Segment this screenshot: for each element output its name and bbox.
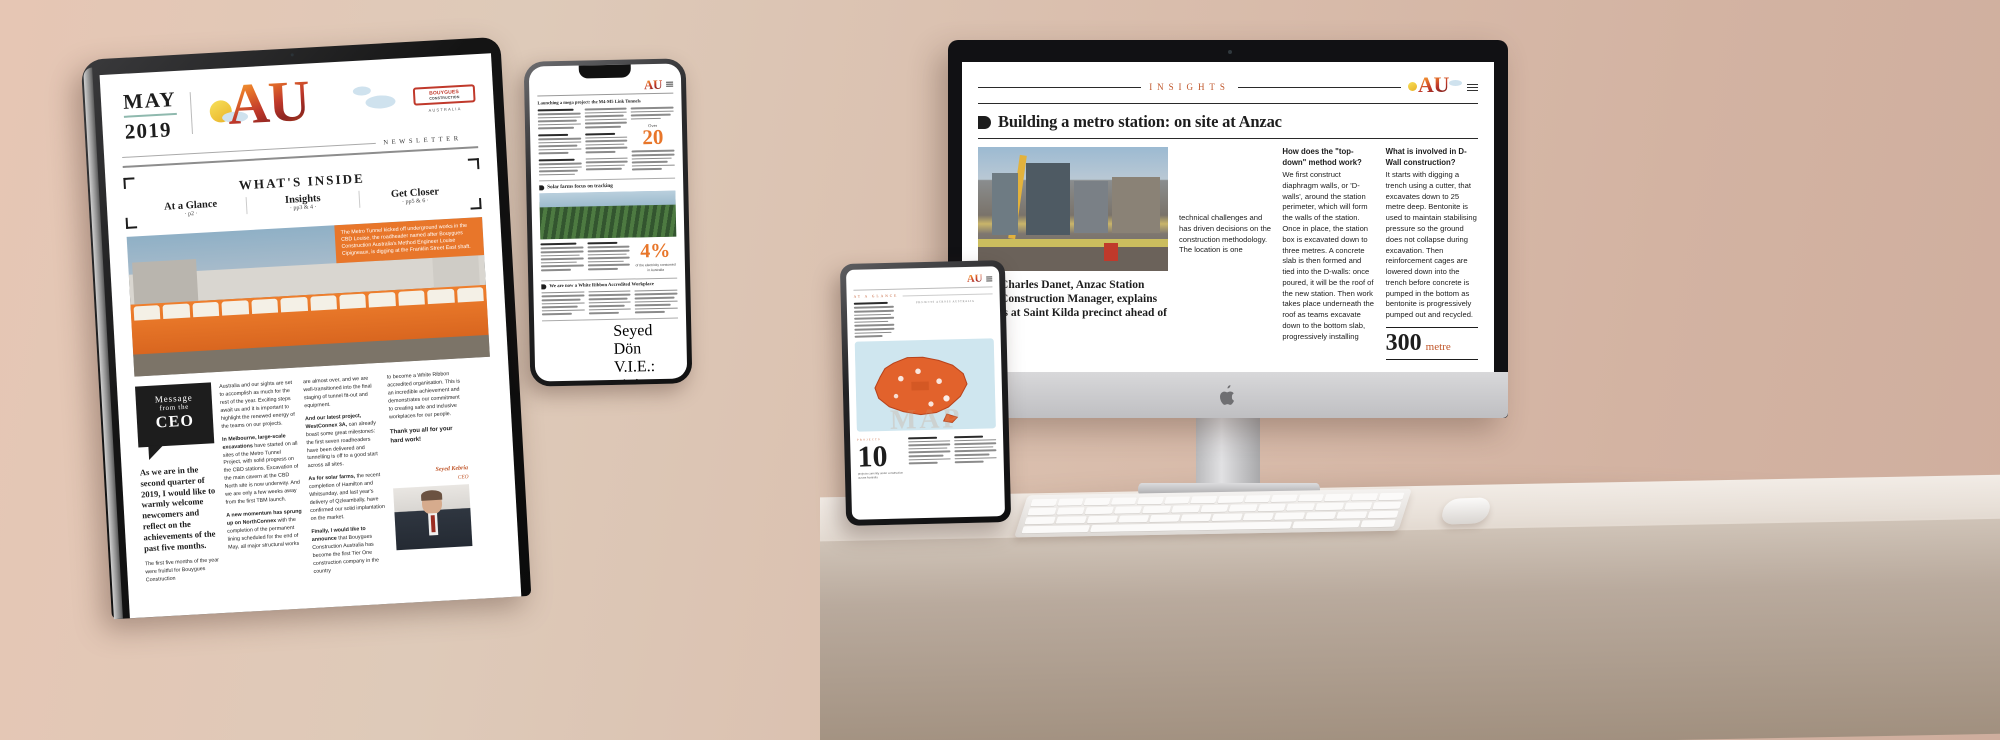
au-logo: AU bbox=[204, 67, 401, 141]
ceo-column-2-p0: are almost over, and we are well-transit… bbox=[302, 375, 372, 410]
phone-over-number: 20 bbox=[642, 125, 664, 150]
halfcircle-bullet-icon bbox=[978, 115, 991, 129]
ceo-badge-line3: CEO bbox=[155, 412, 195, 432]
phone-vie-title: Seyed Dön V.I.E.: giving back to the V.I… bbox=[613, 322, 656, 381]
phone-device: AU Launching a mega project: the M4-M5 L… bbox=[523, 58, 693, 387]
au-logo-text: AU bbox=[225, 67, 311, 137]
phone-screen[interactable]: AU Launching a mega project: the M4-M5 L… bbox=[528, 63, 688, 382]
ipad-map-watermark: MAP bbox=[889, 402, 963, 432]
insights-section-header: INSIGHTS bbox=[1149, 82, 1230, 92]
ceo-message-badge: Message from the CEO bbox=[135, 382, 215, 460]
imac-stat-number: 300 bbox=[1385, 329, 1422, 356]
australia-map-illustration: MAP bbox=[854, 338, 996, 432]
imac-screen[interactable]: INSIGHTS AU Building a metro station: on… bbox=[962, 62, 1494, 372]
imac-column-1-heading: How does the "top-down" method work? bbox=[1282, 147, 1362, 167]
au-logo-text: AU bbox=[643, 76, 663, 93]
hero-photo: The Metro Tunnel kicked off underground … bbox=[126, 216, 490, 377]
ceo-column-3-p1-kicker: Thank you all for your hard work! bbox=[389, 425, 453, 445]
imac-bezel: INSIGHTS AU Building a metro station: on… bbox=[948, 40, 1508, 418]
masthead-month: MAY bbox=[122, 86, 178, 118]
ceo-lead-paragraph: As we are in the second quarter of 2019,… bbox=[139, 464, 216, 554]
au-logo-text: AU bbox=[1418, 72, 1449, 97]
phone-stat-caption: of the electricity consumed in Australia bbox=[635, 262, 676, 273]
imac-column-0-body: technical challenges and has driven deci… bbox=[1179, 213, 1272, 255]
ceo-portrait-photo bbox=[393, 483, 473, 551]
ipad-big-number: 10 bbox=[857, 439, 888, 474]
sponsor-logo: BOUYGUES CONSTRUCTION AUSTRALIA bbox=[412, 84, 476, 113]
desk-front bbox=[820, 518, 2000, 740]
phone-section2-title: Solar farms focus on tracking bbox=[547, 183, 613, 191]
ipad-bezel: AU AT A GLANCE PROJECTS ACROSS AUSTRALIA… bbox=[839, 260, 1012, 526]
imac-camera-icon bbox=[1228, 50, 1232, 54]
whats-inside-item-get-closer[interactable]: Get Closer · pp5 & 6 · bbox=[359, 185, 471, 208]
ceo-column-3-p0: to become a White Ribbon accredited orga… bbox=[386, 371, 461, 421]
tablet-screen[interactable]: MAY 2019 AU BOUYGUES CONSTRUCTION AUSTRA… bbox=[99, 53, 522, 619]
ceo-column-0-text: The first five months of the year were f… bbox=[144, 556, 220, 583]
hamburger-icon[interactable] bbox=[1467, 83, 1478, 91]
imac-column-2-heading: What is involved in D-Wall construction? bbox=[1385, 147, 1467, 167]
ipad-screen[interactable]: AU AT A GLANCE PROJECTS ACROSS AUSTRALIA… bbox=[845, 266, 1006, 520]
masthead-year: 2019 bbox=[124, 116, 173, 144]
whats-inside-item-at-a-glance[interactable]: At a Glance · p2 · bbox=[134, 197, 248, 221]
sponsor-region: AUSTRALIA bbox=[428, 105, 462, 113]
au-logo-text: AU bbox=[966, 272, 983, 285]
hamburger-icon[interactable] bbox=[986, 276, 993, 282]
ipad-device: AU AT A GLANCE PROJECTS ACROSS AUSTRALIA… bbox=[839, 260, 1012, 526]
tablet-camera-icon bbox=[290, 53, 294, 57]
hamburger-icon[interactable] bbox=[666, 81, 674, 87]
ceo-column-1-p0: Australia and our sights are set to acco… bbox=[218, 379, 295, 430]
imac-column-1-body: We first construct diaphragm walls, or '… bbox=[1282, 170, 1374, 341]
imac-intro-text: Charles Danet, Anzac Station Constructio… bbox=[978, 279, 1167, 320]
imac-device: INSIGHTS AU Building a metro station: on… bbox=[948, 40, 1508, 510]
construction-site-photo bbox=[978, 147, 1168, 271]
imac-stat-unit: metre bbox=[1425, 340, 1451, 353]
tablet-device: MAY 2019 AU BOUYGUES CONSTRUCTION AUSTRA… bbox=[80, 36, 532, 620]
imac-column-2-body: It starts with digging a trench using a … bbox=[1385, 170, 1477, 320]
imac-chin bbox=[948, 372, 1508, 418]
ipad-map-title: PROJECTS ACROSS AUSTRALIA bbox=[915, 300, 975, 305]
phone-stat-big: 4% bbox=[640, 240, 671, 263]
imac-headline: Building a metro station: on site at Anz… bbox=[998, 112, 1282, 131]
tablet-bezel: MAY 2019 AU BOUYGUES CONSTRUCTION AUSTRA… bbox=[80, 36, 532, 620]
ipad-big-number-caption: projects currently under construction ac… bbox=[857, 470, 904, 480]
whats-inside-item-insights[interactable]: Insights · pp3 & 4 · bbox=[246, 190, 361, 215]
phone-bezel: AU Launching a mega project: the M4-M5 L… bbox=[523, 58, 693, 387]
solar-farm-photo bbox=[539, 190, 677, 240]
phone-notch bbox=[578, 64, 631, 79]
imac-stand-neck bbox=[1196, 418, 1260, 488]
wireless-keyboard[interactable] bbox=[1014, 488, 1412, 538]
apple-logo-icon bbox=[1219, 385, 1234, 405]
au-logo: AU bbox=[1408, 72, 1462, 98]
mockup-scene: INSIGHTS AU Building a metro station: on… bbox=[0, 0, 2000, 740]
